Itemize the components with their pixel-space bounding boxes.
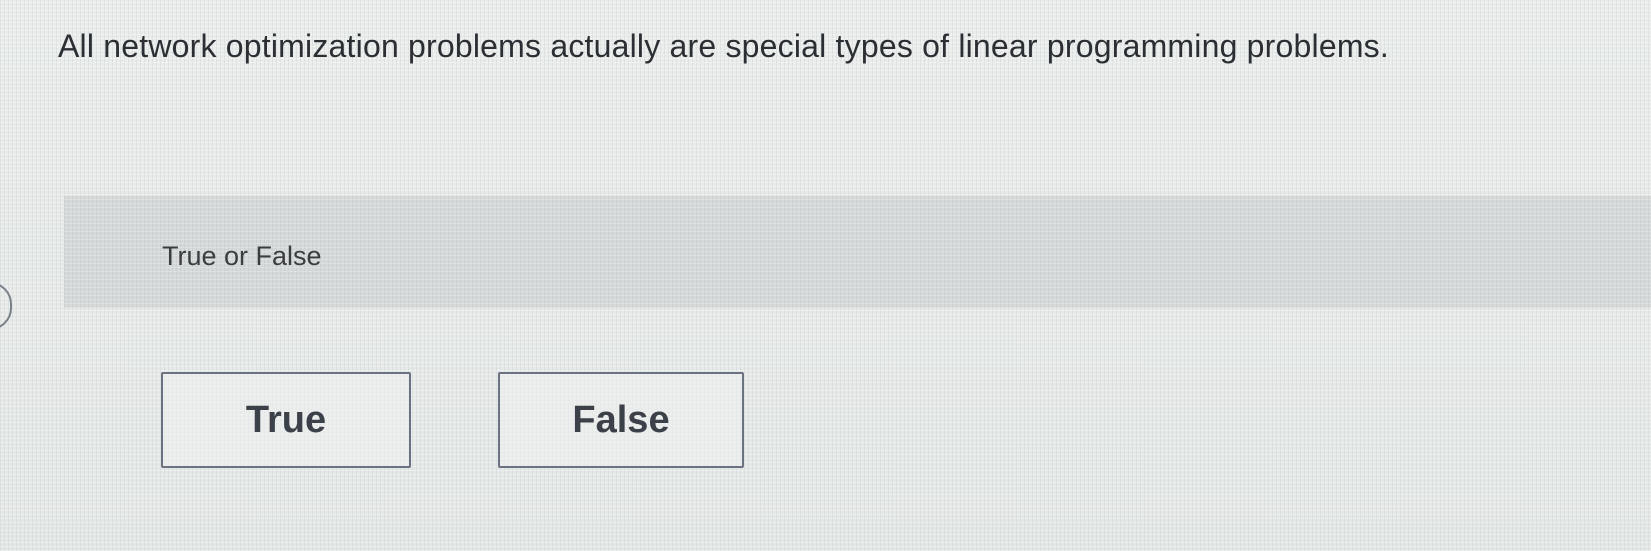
true-button[interactable]: True — [161, 372, 411, 468]
edge-control — [0, 282, 12, 330]
prompt-label: True or False — [162, 241, 322, 271]
question-text: All network optimization problems actual… — [58, 28, 1389, 64]
false-button[interactable]: False — [498, 372, 744, 468]
